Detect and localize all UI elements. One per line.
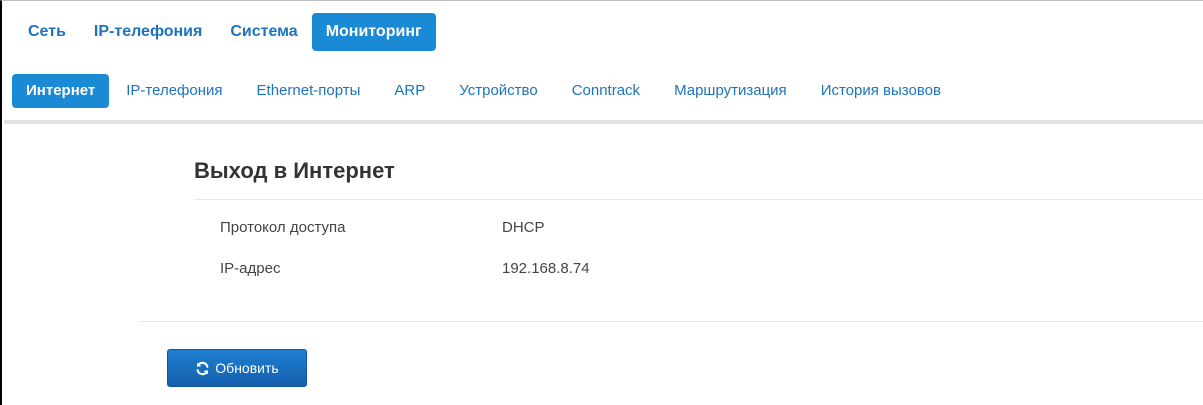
sub-tab-conntrack[interactable]: Conntrack [555,74,657,108]
info-row-ip-address: IP-адрес 192.168.8.74 [220,260,590,277]
subnav-divider [4,120,1203,124]
section-title: Выход в Интернет [194,158,395,183]
sub-navigation: Интернет IP-телефония Ethernet-порты ARP… [12,74,958,108]
info-value: DHCP [502,219,545,236]
sub-tab-arp[interactable]: ARP [377,74,442,108]
info-label: Протокол доступа [220,219,346,236]
top-tab-ip-telephony[interactable]: IP-телефония [80,13,216,51]
top-tab-monitoring[interactable]: Мониторинг [311,13,436,51]
footer-divider [140,321,1203,322]
info-value: 192.168.8.74 [502,260,590,277]
info-row-protocol: Протокол доступа DHCP [220,219,545,236]
sub-tab-ethernet-ports[interactable]: Ethernet-порты [240,74,378,108]
sub-tab-internet[interactable]: Интернет [12,74,110,108]
refresh-icon [196,361,209,375]
section-divider [194,199,1203,200]
sub-tab-call-history[interactable]: История вызовов [804,74,958,108]
app-frame: Сеть IP-телефония Система Мониторинг Инт… [0,0,1203,405]
top-navigation: Сеть IP-телефония Система Мониторинг [14,13,436,51]
refresh-button[interactable]: Обновить [167,349,307,387]
info-label: IP-адрес [220,260,281,277]
refresh-button-label: Обновить [215,360,279,376]
sub-tab-routing[interactable]: Маршрутизация [657,74,804,108]
sub-tab-ip-telephony[interactable]: IP-телефония [109,74,239,108]
top-tab-system[interactable]: Система [216,13,311,51]
top-tab-network[interactable]: Сеть [14,13,80,51]
sub-tab-device[interactable]: Устройство [442,74,554,108]
